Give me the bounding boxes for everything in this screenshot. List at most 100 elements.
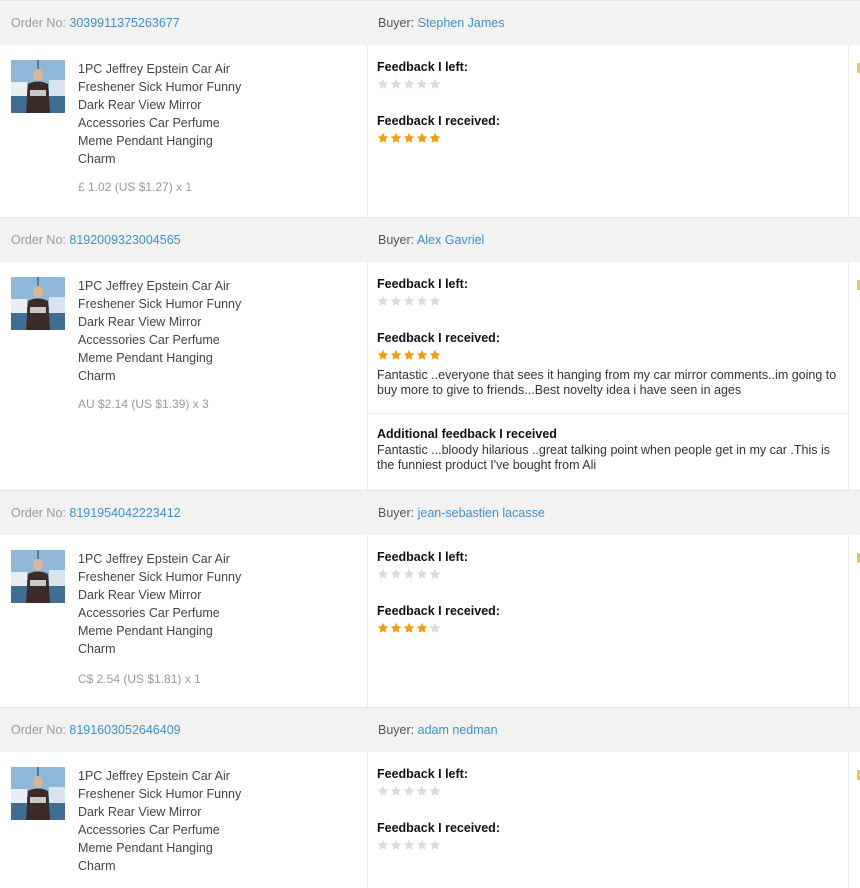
additional-feedback-label: Additional feedback I received (377, 427, 557, 441)
order-block: Order No: 8191603052646409 Buyer: adam ne… (0, 707, 860, 888)
order-body: 1PC Jeffrey Epstein Car Air Freshener Si… (0, 262, 860, 491)
truncated-column (849, 45, 860, 217)
star-filled-icon (429, 349, 441, 360)
order-number-link[interactable]: 8191603052646409 (69, 723, 180, 737)
feedback-received-text: Fantastic ..everyone that sees it hangin… (377, 368, 837, 397)
star-empty-icon (403, 785, 415, 796)
buyer-label: Buyer: (378, 506, 415, 520)
product-thumbnail[interactable] (11, 60, 65, 113)
star-filled-icon (390, 132, 402, 143)
order-block: Order No: 8191954042223412 Buyer: jean-se… (0, 490, 860, 707)
star-empty-icon (390, 785, 402, 796)
star-empty-icon (429, 568, 441, 579)
star-empty-icon (403, 839, 415, 850)
truncated-column (849, 752, 860, 888)
buyer-info: Buyer: Stephen James (378, 16, 504, 30)
order-header: Order No: 8192009323004565 Buyer: Alex Ga… (0, 217, 860, 262)
feedback-received-stars (377, 132, 441, 144)
star-empty-icon (429, 785, 441, 796)
product-thumbnail[interactable] (11, 767, 65, 820)
star-filled-icon (403, 349, 415, 360)
feedback-divider (368, 413, 848, 414)
product-title-link[interactable]: 1PC Jeffrey Epstein Car Air Freshener Si… (78, 767, 248, 875)
buyer-name-link[interactable]: Alex Gavriel (417, 233, 484, 247)
product-title-link[interactable]: 1PC Jeffrey Epstein Car Air Freshener Si… (78, 550, 248, 658)
buyer-info: Buyer: Alex Gavriel (378, 233, 484, 247)
feedback-cell: Feedback I left: Feedback I received: (368, 535, 849, 707)
star-empty-icon (390, 839, 402, 850)
star-empty-icon (429, 78, 441, 89)
feedback-left-label: Feedback I left: (377, 767, 468, 781)
order-number-label: Order No: (11, 233, 66, 247)
star-filled-icon (377, 622, 389, 633)
feedback-received-label: Feedback I received: (377, 331, 500, 345)
feedback-cell: Feedback I left: Feedback I received: (368, 45, 849, 217)
order-number: Order No: 8191603052646409 (11, 723, 181, 737)
truncated-column (849, 262, 860, 491)
star-empty-icon (403, 568, 415, 579)
star-empty-icon (377, 785, 389, 796)
star-empty-icon (416, 839, 428, 850)
truncated-column (849, 535, 860, 707)
buyer-label: Buyer: (378, 16, 415, 30)
feedback-left-label: Feedback I left: (377, 277, 468, 291)
buyer-name-link[interactable]: adam nedman (418, 723, 498, 737)
feedback-left-stars[interactable] (377, 785, 441, 797)
star-empty-icon (377, 78, 389, 89)
star-filled-icon (429, 132, 441, 143)
star-empty-icon (416, 785, 428, 796)
feedback-left-stars[interactable] (377, 78, 441, 90)
star-filled-icon (416, 132, 428, 143)
feedback-cell: Feedback I left: Feedback I received: (368, 752, 849, 888)
product-thumbnail[interactable] (11, 277, 65, 330)
product-cell: 1PC Jeffrey Epstein Car Air Freshener Si… (0, 752, 368, 888)
star-filled-icon (416, 622, 428, 633)
order-number-label: Order No: (11, 723, 66, 737)
order-number-label: Order No: (11, 506, 66, 520)
order-number-label: Order No: (11, 16, 66, 30)
feedback-cell: Feedback I left: Feedback I received: Fant… (368, 262, 849, 491)
star-empty-icon (377, 568, 389, 579)
order-header: Order No: 8191603052646409 Buyer: adam ne… (0, 707, 860, 752)
feedback-left-label: Feedback I left: (377, 550, 468, 564)
star-empty-icon (390, 78, 402, 89)
feedback-received-label: Feedback I received: (377, 604, 500, 618)
order-header: Order No: 3039911375263677 Buyer: Stephen… (0, 0, 860, 45)
product-price: C$ 2.54 (US $1.81) x 1 (78, 672, 201, 686)
product-cell: 1PC Jeffrey Epstein Car Air Freshener Si… (0, 45, 368, 217)
order-block: Order No: 8192009323004565 Buyer: Alex Ga… (0, 217, 860, 491)
order-number-link[interactable]: 3039911375263677 (69, 16, 179, 30)
star-filled-icon (377, 349, 389, 360)
order-number: Order No: 8191954042223412 (11, 506, 181, 520)
additional-feedback-text: Fantastic ...bloody hilarious ..great ta… (377, 443, 831, 472)
order-number-link[interactable]: 8192009323004565 (69, 233, 180, 247)
buyer-name-link[interactable]: jean-sebastien lacasse (418, 506, 545, 520)
star-empty-icon (377, 839, 389, 850)
star-filled-icon (416, 349, 428, 360)
buyer-info: Buyer: adam nedman (378, 723, 498, 737)
product-price: AU $2.14 (US $1.39) x 3 (78, 397, 209, 411)
star-filled-icon (390, 349, 402, 360)
star-empty-icon (377, 295, 389, 306)
feedback-received-stars (377, 839, 441, 851)
feedback-left-stars[interactable] (377, 295, 441, 307)
star-empty-icon (416, 295, 428, 306)
buyer-info: Buyer: jean-sebastien lacasse (378, 506, 545, 520)
feedback-left-stars[interactable] (377, 568, 441, 580)
order-body: 1PC Jeffrey Epstein Car Air Freshener Si… (0, 45, 860, 217)
star-empty-icon (429, 839, 441, 850)
order-body: 1PC Jeffrey Epstein Car Air Freshener Si… (0, 752, 860, 888)
order-number-link[interactable]: 8191954042223412 (69, 506, 180, 520)
buyer-label: Buyer: (378, 723, 415, 737)
star-filled-icon (390, 622, 402, 633)
feedback-received-label: Feedback I received: (377, 114, 500, 128)
order-block: Order No: 3039911375263677 Buyer: Stephen… (0, 0, 860, 217)
product-thumbnail[interactable] (11, 550, 65, 603)
product-title-link[interactable]: 1PC Jeffrey Epstein Car Air Freshener Si… (78, 277, 248, 385)
product-title-link[interactable]: 1PC Jeffrey Epstein Car Air Freshener Si… (78, 60, 248, 168)
order-number: Order No: 3039911375263677 (11, 16, 180, 30)
star-empty-icon (429, 295, 441, 306)
buyer-name-link[interactable]: Stephen James (418, 16, 505, 30)
star-empty-icon (416, 568, 428, 579)
star-empty-icon (403, 295, 415, 306)
